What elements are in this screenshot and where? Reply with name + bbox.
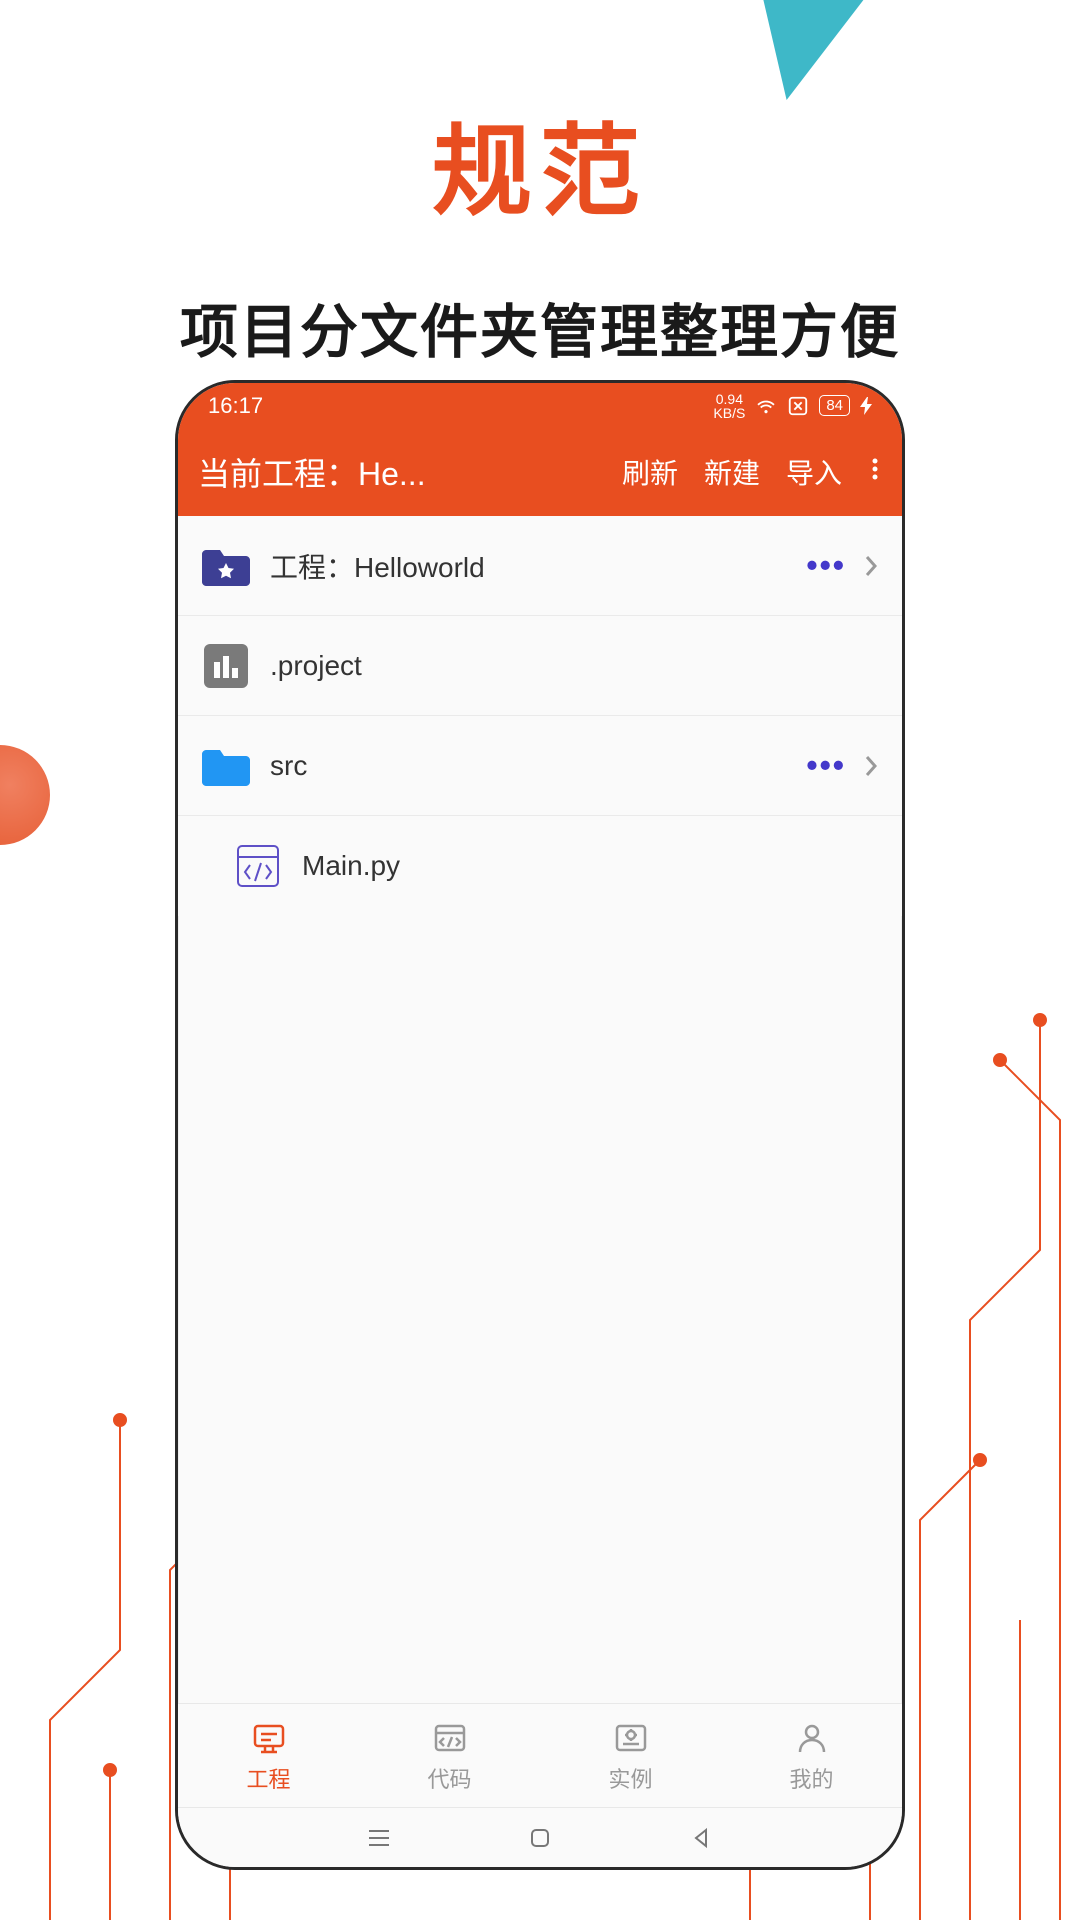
more-vert-icon <box>872 457 878 481</box>
charging-icon <box>860 397 872 415</box>
nav-label: 实例 <box>608 1762 652 1794</box>
file-name-label: .project <box>270 650 878 682</box>
config-file-icon <box>202 642 250 690</box>
import-button[interactable]: 导入 <box>786 452 842 492</box>
file-name-label: 工程：Helloworld <box>270 546 786 586</box>
wifi-icon <box>755 395 777 417</box>
status-speed-value: 0.94 <box>713 392 745 406</box>
file-list: 工程：Helloworld ••• .project src ••• <box>178 516 902 916</box>
nav-label: 我的 <box>789 1762 833 1794</box>
file-item-project[interactable]: 工程：Helloworld ••• <box>178 516 902 616</box>
more-menu-button[interactable] <box>868 456 882 488</box>
page-subtitle: 项目分文件夹管理整理方便 <box>0 285 1080 369</box>
app-bar: 当前工程：He... 刷新 新建 导入 <box>178 428 902 516</box>
chevron-right-icon <box>864 554 878 578</box>
new-button[interactable]: 新建 <box>704 452 760 492</box>
file-name-label: src <box>270 750 786 782</box>
project-folder-icon <box>202 542 250 590</box>
app-bar-title: 当前工程：He... <box>198 449 596 495</box>
decoration-circle <box>0 745 50 845</box>
phone-frame: 16:17 0.94 KB/S 84 当前工程：He... 刷新 新建 导入 <box>175 380 905 1870</box>
nav-tab-project[interactable]: 工程 <box>178 1704 359 1807</box>
project-nav-icon <box>249 1718 289 1758</box>
android-menu-button[interactable] <box>361 1820 397 1856</box>
nav-label: 代码 <box>427 1762 471 1794</box>
item-more-button[interactable]: ••• <box>806 547 846 584</box>
nav-tab-instance[interactable]: 实例 <box>540 1704 721 1807</box>
nav-label: 工程 <box>246 1762 290 1794</box>
refresh-button[interactable]: 刷新 <box>622 452 678 492</box>
file-item-config[interactable]: .project <box>178 616 902 716</box>
file-item-folder[interactable]: src ••• <box>178 716 902 816</box>
instance-nav-icon <box>611 1718 651 1758</box>
status-time: 16:17 <box>208 393 263 419</box>
file-name-label: Main.py <box>302 850 878 882</box>
bottom-nav: 工程 代码 实例 我的 <box>178 1703 902 1807</box>
nav-tab-profile[interactable]: 我的 <box>721 1704 902 1807</box>
android-nav-bar <box>178 1807 902 1867</box>
file-item-code[interactable]: Main.py <box>178 816 902 916</box>
profile-nav-icon <box>792 1718 832 1758</box>
nav-tab-code[interactable]: 代码 <box>359 1704 540 1807</box>
status-speed-unit: KB/S <box>713 406 745 420</box>
chevron-right-icon <box>864 754 878 778</box>
item-more-button[interactable]: ••• <box>806 747 846 784</box>
folder-icon <box>202 742 250 790</box>
close-box-icon <box>787 395 809 417</box>
code-nav-icon <box>430 1718 470 1758</box>
page-title: 规范 <box>0 90 1080 235</box>
status-bar: 16:17 0.94 KB/S 84 <box>178 383 902 428</box>
android-back-button[interactable] <box>683 1820 719 1856</box>
code-file-icon <box>234 842 282 890</box>
android-home-button[interactable] <box>522 1820 558 1856</box>
battery-indicator: 84 <box>819 395 850 416</box>
